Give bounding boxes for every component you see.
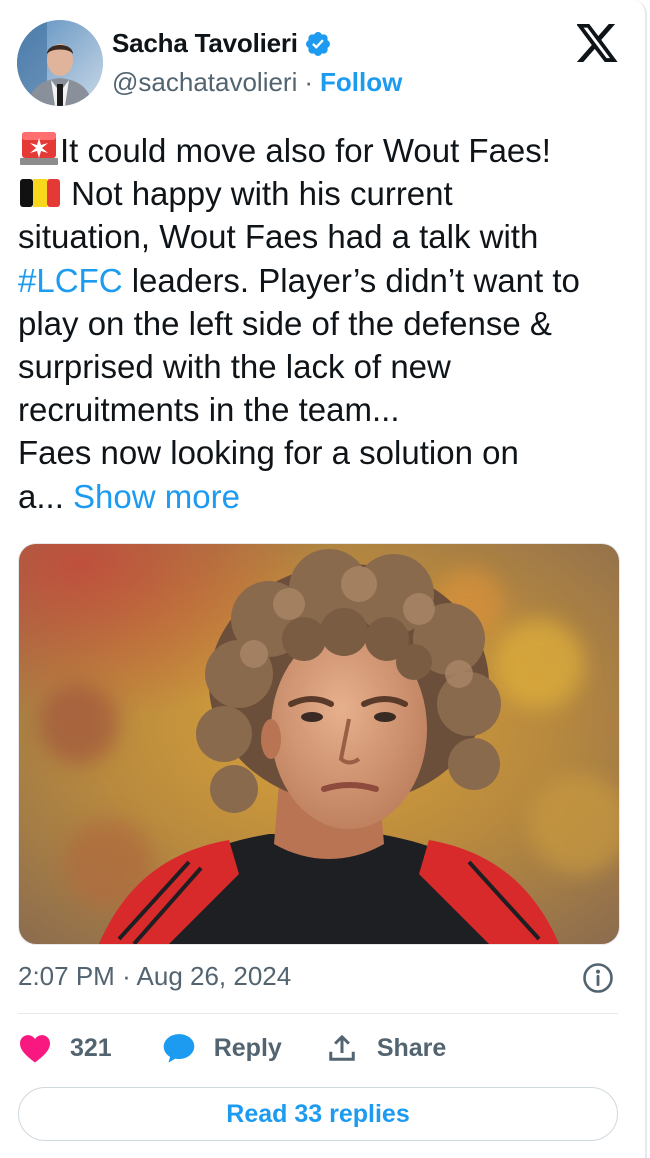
author-name-row: Sacha Tavolieri bbox=[112, 28, 332, 59]
timestamp-separator: · bbox=[122, 961, 131, 991]
belgium-flag-emoji-icon bbox=[20, 179, 60, 208]
author-display-name[interactable]: Sacha Tavolieri bbox=[112, 28, 298, 59]
reply-label: Reply bbox=[213, 1033, 282, 1062]
tweet-line-1: It could move also for Wout Faes! bbox=[18, 129, 630, 172]
info-icon[interactable] bbox=[582, 962, 614, 994]
heart-icon bbox=[20, 1035, 50, 1063]
tweet-date: Aug 26, 2024 bbox=[136, 961, 292, 991]
divider bbox=[18, 1013, 618, 1014]
reply-button[interactable]: Reply bbox=[162, 1032, 282, 1064]
tweet-line-9: a... Show more bbox=[18, 475, 630, 518]
share-upload-icon bbox=[329, 1035, 355, 1061]
share-button[interactable]: Share bbox=[327, 1033, 446, 1063]
hashtag-link[interactable]: #LCFC bbox=[18, 262, 123, 299]
tweet-line-5: play on the left side of the defense & bbox=[18, 304, 552, 342]
tweet-timestamp[interactable]: 2:07 PM · Aug 26, 2024 bbox=[18, 961, 291, 992]
like-count: 321 bbox=[70, 1033, 112, 1062]
follow-button[interactable]: Follow bbox=[320, 67, 402, 98]
police-light-emoji-icon bbox=[20, 132, 58, 165]
tweet-card: Sacha Tavolieri @sachatavolieri · Follow… bbox=[0, 0, 647, 1158]
tweet-line-2: Not happy with his current bbox=[18, 172, 630, 215]
share-label: Share bbox=[376, 1033, 447, 1062]
tweet-line-8: Faes now looking for a solution on bbox=[18, 434, 519, 472]
tweet-text: It could move also for Wout Faes! Not ha… bbox=[18, 129, 630, 518]
author-handle[interactable]: @sachatavolieri bbox=[112, 67, 297, 98]
like-button[interactable]: 321 bbox=[18, 1033, 112, 1063]
reply-bubble-icon bbox=[163, 1034, 195, 1063]
tweet-line-4-text: leaders. Player’s didn’t want to bbox=[122, 261, 580, 299]
tweet-line-6: surprised with the lack of new bbox=[18, 348, 451, 386]
tweet-line-4: #LCFC leaders. Player’s didn’t want to bbox=[18, 259, 630, 302]
x-logo-icon[interactable] bbox=[577, 24, 619, 62]
handle-separator: · bbox=[304, 67, 314, 97]
tweet-line-2-text: Not happy with his current bbox=[62, 175, 453, 213]
tweet-media-image[interactable] bbox=[18, 543, 620, 945]
show-more-link[interactable]: Show more bbox=[73, 478, 240, 515]
author-handle-row: @sachatavolieri · Follow bbox=[112, 67, 402, 98]
tweet-line-1-text: It could move also for Wout Faes! bbox=[60, 132, 551, 169]
action-bar: 321 Reply Share bbox=[18, 1030, 446, 1066]
tweet-line-3: situation, Wout Faes had a talk with bbox=[18, 218, 539, 256]
author-avatar[interactable] bbox=[17, 20, 103, 106]
verified-badge-icon bbox=[305, 31, 330, 56]
tweet-line-7: recruitments in the team... bbox=[18, 391, 400, 429]
tweet-time: 2:07 PM bbox=[18, 961, 115, 991]
tweet-line-9-text: a... bbox=[18, 477, 74, 515]
read-replies-button[interactable]: Read 33 replies bbox=[18, 1087, 618, 1141]
